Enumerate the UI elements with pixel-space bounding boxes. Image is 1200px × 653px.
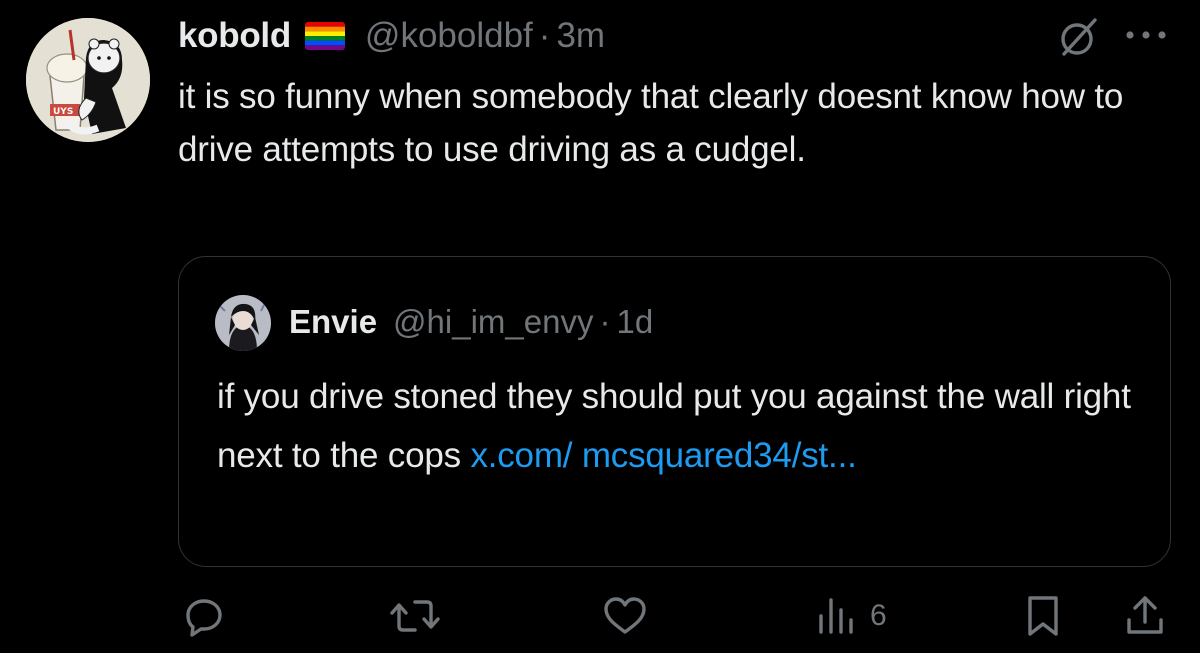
grok-icon[interactable] [1055, 14, 1101, 60]
avatar-illustration: UYS [26, 18, 150, 142]
quoted-author-avatar[interactable] [215, 295, 271, 351]
views-count: 6 [870, 599, 887, 632]
author-avatar[interactable]: UYS [26, 18, 150, 142]
quoted-tweet-link[interactable]: x.com/ mcsquared34/st... [470, 436, 856, 475]
quoted-avatar-illustration [215, 295, 271, 351]
quoted-author-handle[interactable]: @hi_im_envy [393, 303, 593, 341]
reply-icon [186, 599, 222, 637]
quoted-tweet-timestamp[interactable]: 1d [616, 303, 653, 341]
rainbow-flag-icon [304, 22, 345, 50]
retweet-icon [390, 600, 440, 632]
share-icon [1127, 596, 1163, 634]
more-icon[interactable] [1124, 28, 1168, 42]
share-button[interactable] [1122, 588, 1168, 644]
bookmark-button[interactable] [1022, 588, 1064, 644]
quoted-tweet-header: Envie @hi_im_envy · 1d [289, 299, 653, 345]
header-separator: · [538, 16, 551, 55]
analytics-icon [819, 598, 853, 634]
quoted-tweet-body: if you drive stoned they should put you … [217, 367, 1147, 485]
svg-text:UYS: UYS [53, 107, 73, 117]
reply-button[interactable] [180, 588, 228, 644]
views-button[interactable]: 6 [816, 588, 887, 644]
tweet-timestamp[interactable]: 3m [556, 16, 605, 56]
bookmark-icon [1028, 596, 1058, 636]
retweet-button[interactable] [389, 588, 441, 644]
author-display-name[interactable]: kobold [178, 16, 291, 56]
tweet-header: kobold @koboldbf · 3m [178, 12, 605, 60]
quoted-header-separator: · [599, 303, 611, 340]
tweet[interactable]: UYS kobold @koboldbf · 3m it is so funny… [0, 0, 1200, 653]
heart-icon [604, 597, 646, 634]
tweet-action-bar: 6 [0, 588, 1200, 644]
quoted-tweet-card[interactable]: Envie @hi_im_envy · 1d if you drive ston… [178, 256, 1171, 567]
tweet-body-text: it is so funny when somebody that clearl… [178, 77, 1124, 169]
like-button[interactable] [600, 588, 650, 644]
quoted-author-display-name[interactable]: Envie [289, 303, 377, 341]
author-handle[interactable]: @koboldbf [365, 16, 533, 56]
